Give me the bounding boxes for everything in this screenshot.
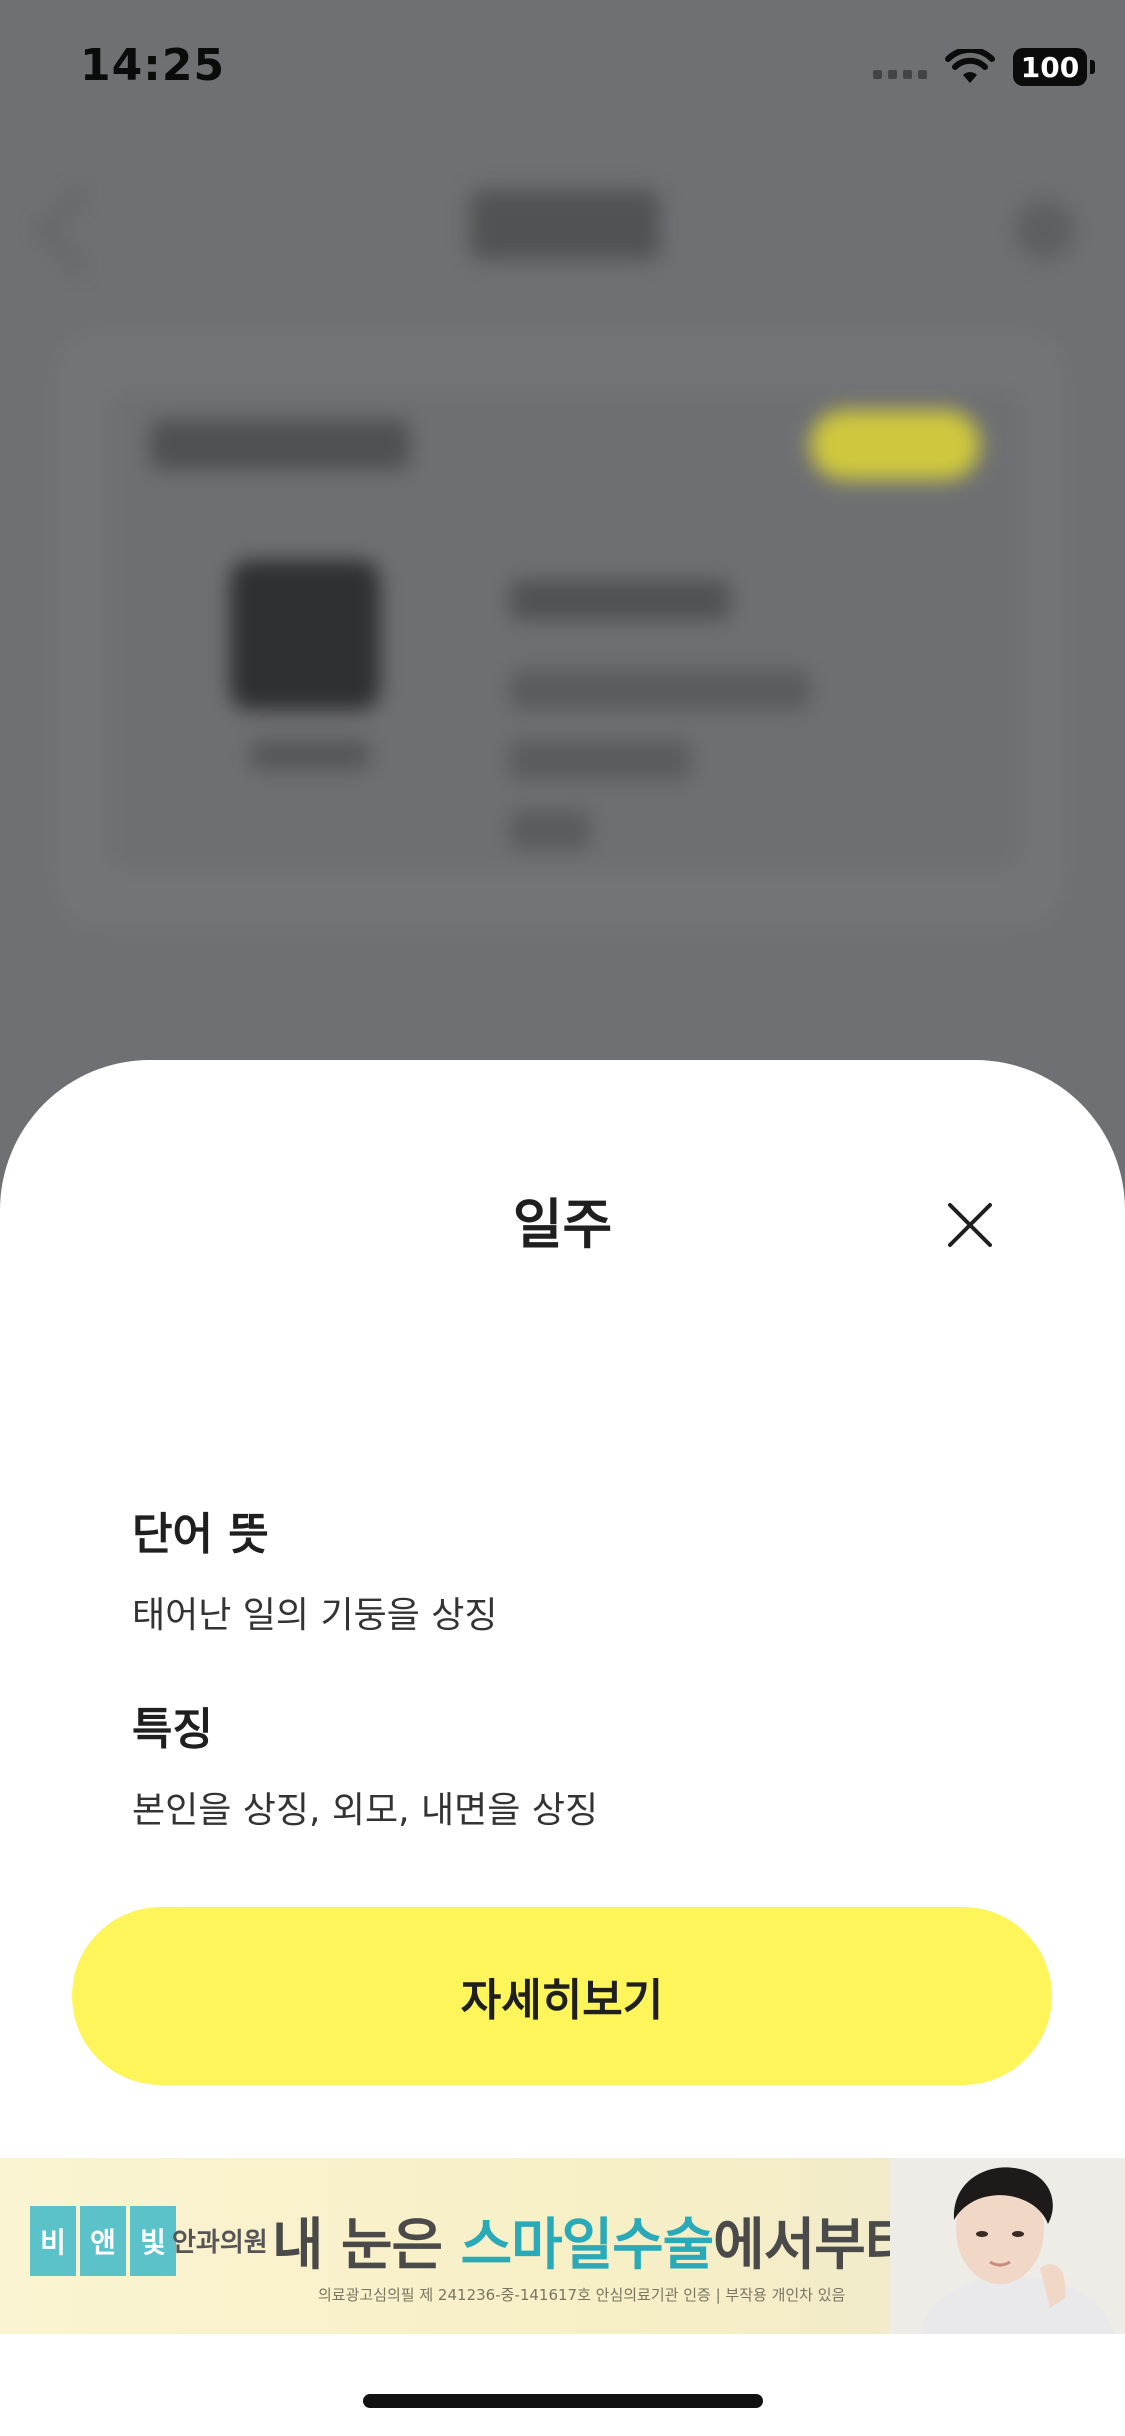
background-back-icon — [37, 187, 123, 273]
section-title: 단어 뜻 — [132, 1509, 269, 1560]
status-bar: 14:25 100 — [0, 0, 1125, 140]
background-menu-icon — [1015, 200, 1075, 260]
section-title: 특징 — [132, 1704, 213, 1755]
ad-banner[interactable]: 비 앤 빛 안과의원 내 눈은 스마일수술에서부터 의료광고심의필 제 2412… — [0, 2158, 1125, 2334]
background-card-label — [150, 420, 410, 470]
background-text-line — [510, 670, 810, 710]
close-button[interactable] — [935, 1190, 1005, 1260]
ad-logo: 비 앤 빛 — [30, 2206, 176, 2276]
section-word-meaning: 단어 뜻 태어난 일의 기둥을 상징 — [132, 1505, 498, 1641]
home-indicator[interactable] — [363, 2394, 763, 2408]
background-app-blurred — [0, 140, 1125, 1100]
background-avatar — [230, 560, 380, 710]
status-icons: 100 — [873, 48, 1095, 86]
ad-logo-char: 비 — [30, 2206, 76, 2276]
ad-headline-highlight: 스마일수술 — [460, 2213, 715, 2278]
screen: 14:25 100 일주 단어 뜻 태어난 일의 기둥을 상징 특징 본인을 상… — [0, 0, 1125, 2436]
status-time: 14:25 — [80, 40, 226, 91]
ad-headline-suffix: 에서부터 — [713, 2213, 916, 2278]
background-text-line — [510, 740, 690, 780]
background-card-pill — [810, 410, 980, 480]
ad-model-image — [890, 2158, 1125, 2334]
section-description: 태어난 일의 기둥을 상징 — [132, 1595, 498, 1636]
close-icon — [948, 1203, 992, 1247]
wifi-icon — [945, 49, 995, 83]
ad-fine-print: 의료광고심의필 제 241236-중-141617호 안심의료기관 인증 | 부… — [318, 2286, 846, 2304]
view-details-button[interactable]: 자세히보기 — [72, 1907, 1052, 2085]
ad-headline: 내 눈은 스마일수술에서부터 — [272, 2200, 916, 2281]
ad-headline-prefix: 내 눈은 — [272, 2213, 461, 2278]
background-avatar-caption — [250, 740, 370, 770]
ad-logo-char: 앤 — [80, 2206, 126, 2276]
ad-clinic-name: 안과의원 — [172, 2228, 268, 2258]
cellular-signal-icon — [873, 55, 927, 79]
section-characteristics: 특징 본인을 상징, 외모, 내면을 상징 — [132, 1700, 598, 1836]
background-title — [470, 190, 660, 260]
section-description: 본인을 상징, 외모, 내면을 상징 — [132, 1790, 599, 1831]
battery-level: 100 — [1020, 50, 1080, 84]
background-text-line — [510, 810, 590, 850]
ad-logo-char: 빛 — [130, 2206, 176, 2276]
battery-icon: 100 — [1013, 48, 1095, 86]
background-text-line — [510, 580, 730, 620]
